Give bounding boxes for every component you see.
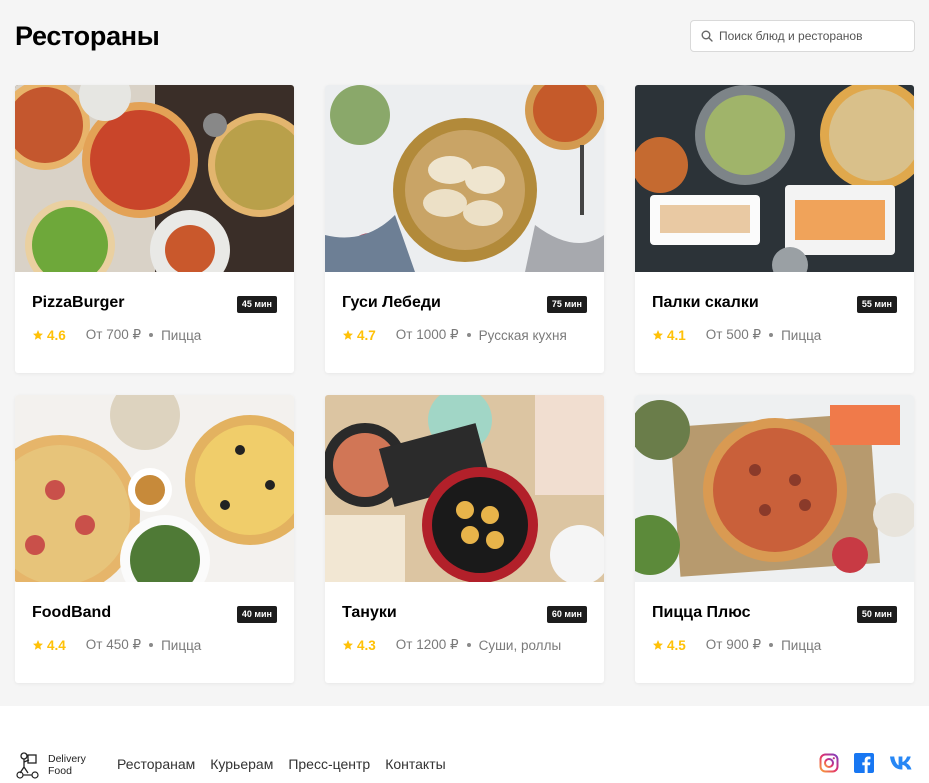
- star-icon: [342, 639, 354, 651]
- restaurant-card[interactable]: PizzaBurger 45 мин 4.6 От 700 ₽ Пицца: [15, 85, 294, 373]
- restaurant-name: PizzaBurger: [32, 294, 125, 311]
- star-icon: [32, 639, 44, 651]
- delivery-time-badge: 45 мин: [236, 296, 277, 313]
- min-price: От 1200 ₽: [395, 637, 459, 652]
- logo-text: Delivery Food: [48, 753, 86, 777]
- delivery-time-badge: 40 мин: [236, 606, 277, 623]
- restaurant-card[interactable]: Палки скалки 55 мин 4.1 От 500 ₽ Пицца: [635, 85, 914, 373]
- footer-nav: Ресторанам Курьерам Пресс-центр Контакты: [117, 756, 461, 772]
- facebook-icon[interactable]: [854, 753, 874, 773]
- restaurant-name: FoodBand: [32, 604, 112, 621]
- restaurant-info: 4.6 От 700 ₽ Пицца: [32, 327, 201, 343]
- restaurant-image: [15, 85, 294, 272]
- restaurant-name: Палки скалки: [652, 294, 759, 311]
- star-icon: [342, 329, 354, 341]
- cuisine: Русская кухня: [478, 327, 567, 343]
- min-price: От 1000 ₽: [395, 327, 459, 342]
- min-price: От 900 ₽: [705, 637, 762, 652]
- footer-link-press[interactable]: Пресс-центр: [288, 756, 370, 772]
- search-box[interactable]: [690, 20, 915, 52]
- search-input[interactable]: [719, 29, 909, 43]
- separator-dot: [466, 333, 471, 337]
- rating-value: 4.7: [357, 327, 376, 343]
- restaurant-card[interactable]: FoodBand 40 мин 4.4 От 450 ₽ Пицца: [15, 395, 294, 683]
- star-icon: [32, 329, 44, 341]
- star-icon: [652, 639, 664, 651]
- restaurant-image: [635, 395, 914, 582]
- header: Рестораны: [15, 20, 915, 54]
- search-icon: [700, 29, 714, 43]
- logo-line-2: Food: [48, 765, 72, 777]
- cuisine: Суши, роллы: [478, 637, 562, 653]
- separator-dot: [769, 333, 774, 337]
- restaurant-card[interactable]: Тануки 60 мин 4.3 От 1200 ₽ Суши, роллы: [325, 395, 604, 683]
- restaurant-card[interactable]: Пицца Плюс 50 мин 4.5 От 900 ₽ Пицца: [635, 395, 914, 683]
- restaurant-name: Гуси Лебеди: [342, 294, 441, 311]
- restaurant-image: [325, 85, 604, 272]
- separator-dot: [769, 643, 774, 647]
- min-price: От 700 ₽: [85, 327, 142, 342]
- logo-line-1: Delivery: [48, 753, 86, 765]
- delivery-time-badge: 55 мин: [856, 296, 897, 313]
- footer-link-couriers[interactable]: Курьерам: [210, 756, 273, 772]
- restaurant-card[interactable]: Гуси Лебеди 75 мин 4.7 От 1000 ₽ Русская…: [325, 85, 604, 373]
- rating-value: 4.3: [357, 637, 376, 653]
- restaurant-image: [635, 85, 914, 272]
- rating-value: 4.6: [47, 327, 66, 343]
- delivery-courier-icon: [15, 751, 41, 779]
- min-price: От 450 ₽: [85, 637, 142, 652]
- restaurant-info: 4.3 От 1200 ₽ Суши, роллы: [342, 637, 561, 653]
- instagram-icon[interactable]: [819, 753, 839, 773]
- delivery-time-badge: 50 мин: [856, 606, 897, 623]
- rating-value: 4.1: [667, 327, 686, 343]
- vk-icon[interactable]: [889, 755, 915, 771]
- cuisine: Пицца: [161, 637, 202, 653]
- restaurant-info: 4.4 От 450 ₽ Пицца: [32, 637, 201, 653]
- rating-value: 4.5: [667, 637, 686, 653]
- footer-link-contacts[interactable]: Контакты: [385, 756, 445, 772]
- rating-value: 4.4: [47, 637, 66, 653]
- footer: Delivery Food Ресторанам Курьерам Пресс-…: [0, 706, 929, 783]
- restaurant-info: 4.5 От 900 ₽ Пицца: [652, 637, 821, 653]
- footer-link-restaurants[interactable]: Ресторанам: [117, 756, 195, 772]
- logo[interactable]: Delivery Food: [15, 751, 86, 779]
- restaurant-name: Тануки: [342, 604, 397, 621]
- separator-dot: [149, 333, 154, 337]
- restaurant-image: [15, 395, 294, 582]
- restaurant-info: 4.7 От 1000 ₽ Русская кухня: [342, 327, 567, 343]
- cuisine: Пицца: [781, 327, 822, 343]
- restaurant-image: [325, 395, 604, 582]
- delivery-time-badge: 60 мин: [546, 606, 587, 623]
- separator-dot: [466, 643, 471, 647]
- min-price: От 500 ₽: [705, 327, 762, 342]
- cuisine: Пицца: [781, 637, 822, 653]
- social-links: [804, 753, 915, 773]
- page-title: Рестораны: [15, 21, 160, 51]
- restaurant-grid: PizzaBurger 45 мин 4.6 От 700 ₽ Пицца Гу…: [15, 85, 915, 683]
- cuisine: Пицца: [161, 327, 202, 343]
- delivery-time-badge: 75 мин: [546, 296, 587, 313]
- restaurant-name: Пицца Плюс: [652, 604, 751, 621]
- star-icon: [652, 329, 664, 341]
- separator-dot: [149, 643, 154, 647]
- restaurant-info: 4.1 От 500 ₽ Пицца: [652, 327, 821, 343]
